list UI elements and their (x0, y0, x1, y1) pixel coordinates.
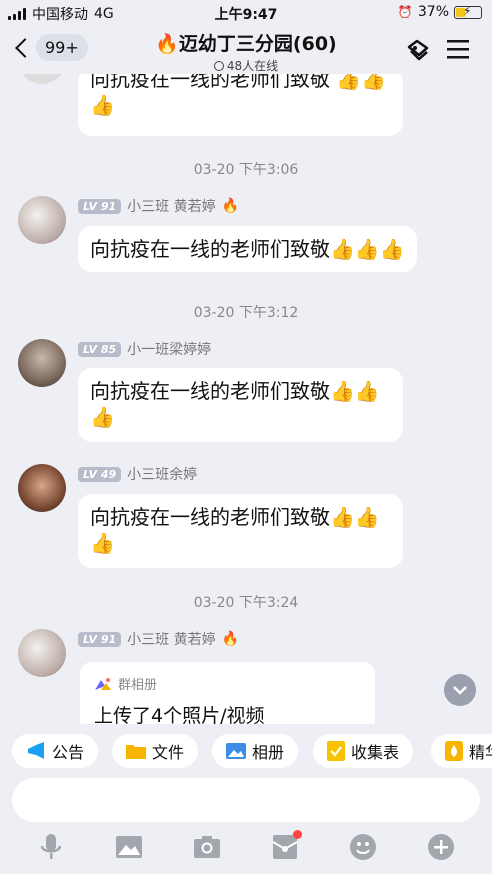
plus-icon[interactable] (426, 832, 456, 862)
album-button[interactable]: 相册 (212, 734, 299, 768)
timestamp: 03-20 下午3:24 (193, 595, 299, 611)
sender-name[interactable]: 小一班梁婷婷 (127, 339, 211, 359)
essence-icon (445, 741, 463, 761)
emoji-icon[interactable] (348, 832, 378, 862)
avatar[interactable] (18, 196, 66, 244)
scroll-down-button[interactable] (444, 674, 476, 706)
timestamp: 03-20 下午3:12 (193, 305, 299, 321)
group-settings-icon[interactable] (402, 36, 432, 70)
level-badge: LV 91 (78, 198, 122, 214)
chat-header: 99+ 🔥迈幼丁三分园(60) 48人在线 (0, 26, 492, 74)
thumbs-up-icon: 👍 (354, 379, 380, 403)
menu-icon[interactable] (446, 38, 470, 64)
message-input[interactable] (12, 778, 480, 822)
avatar[interactable] (18, 339, 66, 387)
thumbs-up-icon: 👍 (336, 74, 362, 91)
level-badge: LV 91 (78, 631, 122, 647)
status-bar: 中国移动 4G 上午9:47 ⏰ 37% ⚡ (0, 0, 492, 26)
avatar[interactable] (18, 629, 66, 677)
picture-icon (226, 743, 246, 759)
essence-button[interactable]: 精华 (431, 734, 492, 768)
thumbs-up-icon: 👍 (90, 405, 115, 429)
fire-icon: 🔥 (155, 33, 179, 55)
avatar[interactable] (18, 464, 66, 512)
quick-action-bar[interactable]: 公告 文件 相册 收集表 精华 (0, 724, 492, 778)
avatar[interactable] (18, 74, 66, 84)
sender-name[interactable]: 小三班余婷 (127, 464, 197, 484)
thumbs-up-icon: 👍 (330, 379, 355, 403)
fire-icon: 🔥 (221, 631, 240, 647)
form-icon (327, 741, 345, 761)
album-logo-icon (95, 677, 111, 690)
online-icon (213, 61, 224, 71)
image-icon[interactable] (114, 832, 144, 862)
red-packet-icon[interactable] (270, 830, 302, 862)
level-badge: LV 49 (78, 466, 122, 482)
thumbs-up-icon: 👍 (361, 74, 387, 91)
thumbs-up-icon: 👍 (354, 237, 380, 261)
timestamp: 03-20 下午3:06 (193, 162, 299, 178)
camera-icon[interactable] (192, 832, 222, 862)
thumbs-up-icon: 👍 (330, 505, 355, 529)
files-button[interactable]: 文件 (112, 734, 199, 768)
sender-meta: LV 85 小一班梁婷婷 (78, 339, 211, 359)
thumbs-up-icon: 👍 (90, 93, 115, 117)
thumbs-up-icon: 👍 (379, 237, 405, 261)
alarm-icon: ⏰ (397, 5, 413, 19)
thumbs-up-icon: 👍 (354, 505, 380, 529)
album-card[interactable]: 群相册 上传了4个照片/视频 (80, 662, 375, 724)
chevron-down-icon (453, 686, 467, 695)
announcement-button[interactable]: 公告 (12, 734, 99, 768)
sender-meta: LV 91 小三班 黄若婷 🔥 (78, 196, 239, 216)
thumbs-up-icon: 👍 (330, 237, 355, 261)
fire-icon: 🔥 (221, 198, 240, 214)
sender-name[interactable]: 小三班 黄若婷 (127, 629, 215, 649)
battery-percent: 37% (417, 4, 449, 20)
sender-meta: LV 91 小三班 黄若婷 🔥 (78, 629, 239, 649)
message-bubble[interactable]: 向抗疫在一线的老师们致敬 👍👍 👍 (78, 74, 403, 136)
input-toolbar (0, 826, 492, 874)
thumbs-up-icon: 👍 (90, 531, 115, 555)
message-bubble[interactable]: 向抗疫在一线的老师们致敬👍👍👍 (78, 226, 417, 272)
form-button[interactable]: 收集表 (313, 734, 414, 768)
level-badge: LV 85 (78, 341, 122, 357)
album-text: 上传了4个照片/视频 (94, 705, 265, 724)
megaphone-icon (28, 742, 44, 759)
album-label: 群相册 (118, 678, 158, 693)
message-bubble[interactable]: 向抗疫在一线的老师们致敬👍👍👍 (78, 494, 403, 568)
folder-icon (126, 745, 146, 759)
battery-icon: ⚡ (454, 4, 482, 19)
sender-name[interactable]: 小三班 黄若婷 (127, 196, 215, 216)
message-bubble[interactable]: 向抗疫在一线的老师们致敬👍👍👍 (78, 368, 403, 442)
microphone-icon[interactable] (36, 832, 66, 862)
notification-dot (293, 830, 302, 839)
message-list[interactable]: 向抗疫在一线的老师们致敬 👍👍 👍 03-20 下午3:06 LV 91 小三班 … (0, 74, 492, 724)
sender-meta: LV 49 小三班余婷 (78, 464, 197, 484)
